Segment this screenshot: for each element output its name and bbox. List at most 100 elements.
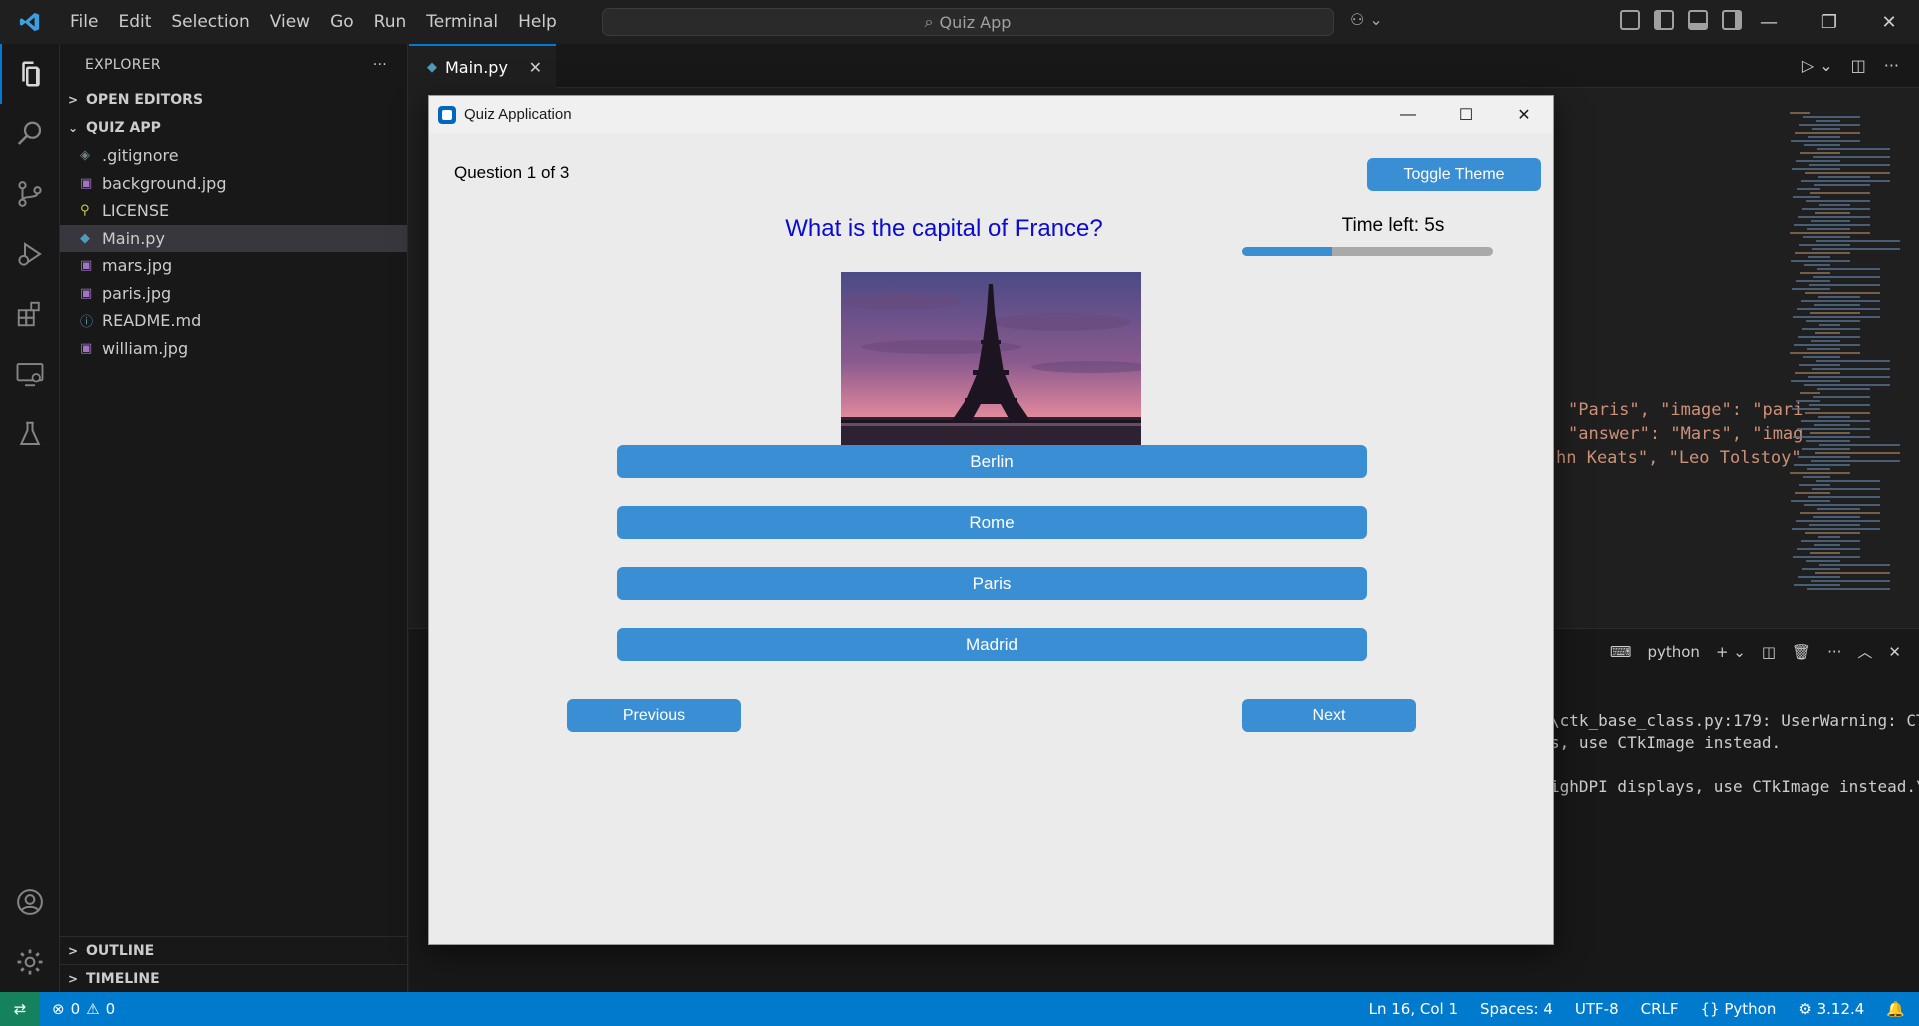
minimize-icon[interactable]: — bbox=[1379, 96, 1437, 133]
minimap-line bbox=[1798, 216, 1870, 218]
testing-icon[interactable] bbox=[0, 404, 60, 464]
previous-button[interactable]: Previous bbox=[567, 699, 741, 732]
new-terminal-icon[interactable]: + ⌄ bbox=[1716, 643, 1746, 661]
minimap-line bbox=[1803, 116, 1860, 118]
close-icon[interactable]: ✕ bbox=[1859, 0, 1919, 44]
maximize-panel-icon[interactable]: ︿ bbox=[1857, 641, 1872, 662]
search-icon[interactable] bbox=[0, 104, 60, 164]
file-item[interactable]: ◈ .gitignore bbox=[60, 142, 407, 170]
minimap-line bbox=[1811, 340, 1840, 342]
end-of-line[interactable]: CRLF bbox=[1641, 1000, 1679, 1018]
toggle-sidebar-icon[interactable] bbox=[1654, 10, 1674, 30]
extensions-icon[interactable] bbox=[0, 284, 60, 344]
minimap-line bbox=[1807, 588, 1890, 590]
settings-gear-icon[interactable] bbox=[0, 932, 60, 992]
next-button[interactable]: Next bbox=[1242, 699, 1416, 732]
minimap-line bbox=[1819, 204, 1850, 206]
menu-terminal[interactable]: Terminal bbox=[416, 0, 508, 44]
menu-selection[interactable]: Selection bbox=[161, 0, 259, 44]
open-editors-section[interactable]: > OPEN EDITORS bbox=[60, 86, 407, 114]
remote-indicator-icon[interactable]: ⇄ bbox=[0, 992, 40, 1026]
split-terminal-icon[interactable]: ◫ bbox=[1762, 643, 1776, 661]
code-line: "answer": "Mars", "imag bbox=[1568, 424, 1804, 444]
more-actions-icon[interactable]: ··· bbox=[1884, 56, 1899, 75]
timeline-section[interactable]: > TIMELINE bbox=[60, 964, 407, 992]
status-bar: ⇄ ⊗ 0 ⚠ 0 Ln 16, Col 1 Spaces: 4 UTF-8 C… bbox=[0, 992, 1919, 1026]
file-item[interactable]: ◆ Main.py bbox=[60, 224, 407, 252]
notifications-bell-icon[interactable]: 🔔 bbox=[1886, 1000, 1905, 1018]
menu-file[interactable]: File bbox=[60, 0, 108, 44]
chevron-right-icon: > bbox=[68, 971, 79, 986]
python-version[interactable]: ⚙ 3.12.4 bbox=[1798, 1000, 1864, 1018]
terminal-shell-label[interactable]: python bbox=[1647, 643, 1699, 661]
minimap-line bbox=[1809, 164, 1890, 166]
minimap-line bbox=[1791, 260, 1850, 262]
minimap-line bbox=[1814, 424, 1850, 426]
run-python-icon[interactable]: ▷ ⌄ bbox=[1802, 56, 1833, 75]
indentation[interactable]: Spaces: 4 bbox=[1480, 1000, 1553, 1018]
close-panel-icon[interactable]: ✕ bbox=[1888, 643, 1901, 661]
tab-main-py[interactable]: ◆ Main.py ✕ bbox=[409, 44, 556, 88]
accounts-icon[interactable] bbox=[0, 872, 60, 932]
file-item[interactable]: ▣ background.jpg bbox=[60, 170, 407, 198]
minimap-line bbox=[1818, 416, 1850, 418]
file-item[interactable]: ⚲ LICENSE bbox=[60, 197, 407, 225]
answer-button-paris[interactable]: Paris bbox=[617, 567, 1367, 600]
terminal-line: s, use CTkImage instead. bbox=[1550, 733, 1782, 752]
answer-button-berlin[interactable]: Berlin bbox=[617, 445, 1367, 478]
minimap-line bbox=[1814, 304, 1860, 306]
problems-indicator[interactable]: ⊗ 0 ⚠ 0 bbox=[52, 1000, 115, 1018]
minimize-icon[interactable]: — bbox=[1739, 0, 1799, 44]
file-name: background.jpg bbox=[102, 173, 227, 193]
outline-section[interactable]: > OUTLINE bbox=[60, 936, 407, 964]
maximize-icon[interactable]: ☐ bbox=[1437, 96, 1495, 133]
language-mode[interactable]: {} Python bbox=[1701, 1000, 1777, 1018]
run-debug-icon[interactable] bbox=[0, 224, 60, 284]
minimap[interactable] bbox=[1782, 110, 1902, 625]
minimap-line bbox=[1800, 392, 1820, 394]
menu-go[interactable]: Go bbox=[320, 0, 364, 44]
copilot-icon[interactable]: ⚇ ⌄ bbox=[1350, 10, 1383, 29]
explorer-icon[interactable] bbox=[0, 44, 60, 104]
minimap-line bbox=[1798, 456, 1850, 458]
more-actions-icon[interactable]: ··· bbox=[1827, 643, 1841, 661]
minimap-line bbox=[1793, 196, 1820, 198]
cursor-position[interactable]: Ln 16, Col 1 bbox=[1369, 1000, 1458, 1018]
file-item[interactable]: ▣ mars.jpg bbox=[60, 252, 407, 280]
source-control-icon[interactable] bbox=[0, 164, 60, 224]
file-item[interactable]: ▣ paris.jpg bbox=[60, 280, 407, 308]
minimap-line bbox=[1804, 264, 1830, 266]
file-item[interactable]: ▣ william.jpg bbox=[60, 335, 407, 363]
kill-terminal-icon[interactable]: 🗑 bbox=[1792, 643, 1811, 661]
explorer-title: EXPLORER bbox=[85, 57, 161, 73]
encoding[interactable]: UTF-8 bbox=[1575, 1000, 1619, 1018]
close-tab-icon[interactable]: ✕ bbox=[529, 58, 542, 77]
minimap-line bbox=[1792, 408, 1820, 410]
answer-button-rome[interactable]: Rome bbox=[617, 506, 1367, 539]
file-item[interactable]: ⓘ README.md bbox=[60, 307, 407, 335]
menu-help[interactable]: Help bbox=[508, 0, 567, 44]
answer-button-madrid[interactable]: Madrid bbox=[617, 628, 1367, 661]
toggle-theme-button[interactable]: Toggle Theme bbox=[1367, 158, 1541, 191]
remote-explorer-icon[interactable] bbox=[0, 344, 60, 404]
python-version-label: 3.12.4 bbox=[1816, 1000, 1865, 1018]
menu-edit[interactable]: Edit bbox=[108, 0, 161, 44]
minimap-line bbox=[1816, 360, 1890, 362]
split-editor-icon[interactable]: ◫ bbox=[1851, 56, 1866, 75]
minimap-line bbox=[1806, 320, 1860, 322]
toggle-panel-icon[interactable] bbox=[1688, 10, 1708, 30]
file-name: .gitignore bbox=[102, 146, 179, 166]
menu-view[interactable]: View bbox=[260, 0, 320, 44]
restore-icon[interactable]: ❐ bbox=[1799, 0, 1859, 44]
more-actions-icon[interactable]: ··· bbox=[373, 57, 387, 73]
quiz-title-bar: Quiz Application — ☐ ✕ bbox=[429, 96, 1553, 133]
minimap-line bbox=[1795, 372, 1840, 374]
customize-layout-icon[interactable] bbox=[1620, 10, 1640, 30]
gear-file-icon: ◈ bbox=[80, 148, 90, 164]
close-icon[interactable]: ✕ bbox=[1495, 96, 1553, 133]
menu-run[interactable]: Run bbox=[364, 0, 417, 44]
minimap-line bbox=[1812, 128, 1840, 130]
command-center[interactable]: ⌕ Quiz App bbox=[602, 8, 1334, 36]
folder-section[interactable]: ⌄ QUIZ APP bbox=[60, 114, 407, 142]
minimap-line bbox=[1795, 252, 1850, 254]
